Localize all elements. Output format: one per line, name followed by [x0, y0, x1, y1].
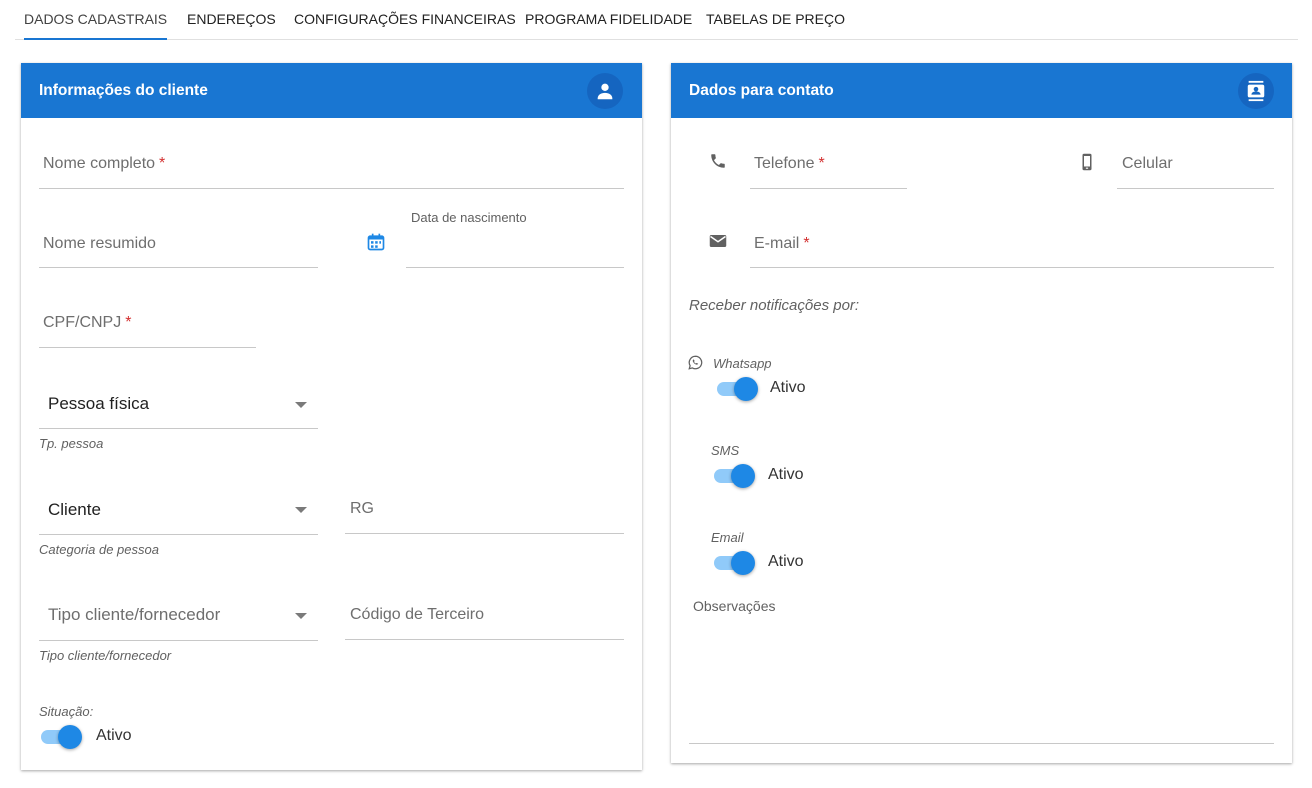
cpf-cnpj-underline [39, 347, 256, 348]
situacao-label: Situação: [39, 704, 94, 719]
email-icon [709, 233, 729, 253]
sms-state: Ativo [768, 466, 804, 483]
chevron-down-icon [295, 507, 307, 513]
situacao-toggle[interactable] [39, 724, 83, 749]
nome-resumido-label: Nome resumido [43, 235, 156, 252]
cpf-cnpj-label: CPF/CNPJ * [43, 314, 132, 331]
tp-pessoa-underline [39, 428, 318, 429]
card-title: Dados para contato [689, 82, 834, 99]
email-notif-label: Email [711, 530, 744, 545]
tab-tabelas-de-preco[interactable]: TABELAS DE PREÇO [706, 0, 845, 40]
notifications-title: Receber notificações por: [689, 297, 860, 314]
whatsapp-state: Ativo [770, 379, 806, 396]
tab-programa-fidelidade[interactable]: PROGRAMA FIDELIDADE [525, 0, 692, 40]
celular-underline [1117, 188, 1274, 189]
calendar-icon[interactable] [366, 232, 386, 252]
email-label: E-mail * [754, 235, 810, 252]
data-nascimento-underline [406, 267, 624, 268]
sms-label: SMS [711, 443, 740, 458]
email-notif-state: Ativo [768, 553, 804, 570]
person-icon [587, 73, 623, 109]
whatsapp-icon [688, 355, 708, 375]
nome-completo-label: Nome completo * [43, 155, 166, 172]
tipo-cliente-underline [39, 640, 318, 641]
telefone-underline [750, 188, 907, 189]
card-title: Informações do cliente [39, 82, 208, 99]
whatsapp-toggle[interactable] [715, 376, 759, 401]
nome-resumido-underline [39, 267, 318, 268]
tab-configuracoes-financeiras[interactable]: CONFIGURAÇÕES FINANCEIRAS [294, 0, 516, 40]
rg-label: RG [350, 500, 374, 517]
data-nascimento-label: Data de nascimento [411, 210, 527, 225]
observacoes-label: Observações [693, 598, 776, 614]
tab-bar: DADOS CADASTRAIS ENDEREÇOS CONFIGURAÇÕES… [15, 0, 1298, 40]
client-info-card: Informações do cliente Nome completo * No… [21, 63, 642, 770]
categoria-value: Cliente [48, 500, 101, 519]
card-header: Informações do cliente [21, 63, 642, 118]
rg-underline [345, 533, 624, 534]
chevron-down-icon [295, 613, 307, 619]
tab-dados-cadastrais[interactable]: DADOS CADASTRAIS [24, 0, 168, 40]
situacao-state: Ativo [96, 727, 132, 744]
card-header: Dados para contato [671, 63, 1292, 118]
codigo-terceiro-underline [345, 639, 624, 640]
tp-pessoa-hint: Tp. pessoa [39, 436, 104, 451]
contact-card-icon [1238, 73, 1274, 109]
observacoes-underline [689, 743, 1274, 744]
telefone-label: Telefone * [754, 155, 825, 172]
chevron-down-icon [295, 402, 307, 408]
nome-completo-underline [39, 188, 624, 189]
tp-pessoa-value: Pessoa física [48, 394, 150, 413]
codigo-terceiro-label: Código de Terceiro [350, 606, 485, 623]
sms-toggle[interactable] [712, 463, 756, 488]
tipo-cliente-placeholder: Tipo cliente/fornecedor [48, 605, 221, 624]
email-underline [750, 267, 1274, 268]
celular-label: Celular [1122, 155, 1173, 172]
email-notif-toggle[interactable] [712, 550, 756, 575]
whatsapp-label: Whatsapp [713, 356, 772, 371]
categoria-underline [39, 534, 318, 535]
mobile-phone-icon [1078, 152, 1098, 172]
contact-card: Dados para contato Telefone * Celular E-m… [671, 63, 1292, 763]
categoria-hint: Categoria de pessoa [39, 542, 159, 557]
tipo-cliente-hint: Tipo cliente/fornecedor [39, 648, 172, 663]
phone-icon [709, 152, 729, 172]
tab-enderecos[interactable]: ENDEREÇOS [187, 0, 276, 40]
